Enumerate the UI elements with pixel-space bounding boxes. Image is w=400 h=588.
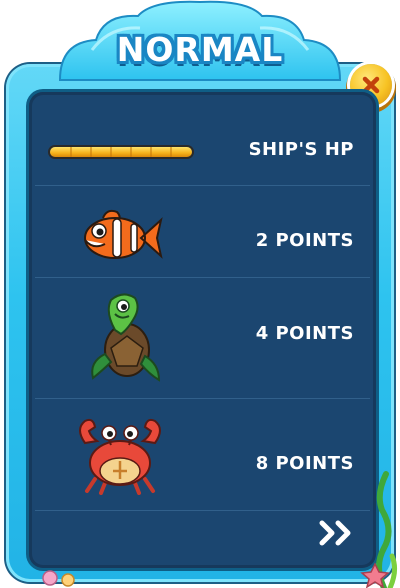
- divider: [35, 510, 370, 511]
- starfish-icon: [360, 562, 390, 588]
- row-label: SHIP'S HP: [248, 139, 354, 160]
- crab-icon: [79, 418, 161, 495]
- double-chevron-right-icon: [319, 520, 351, 546]
- hp-bar: [50, 147, 192, 157]
- row-crab: 8 POINTS: [35, 399, 370, 509]
- row-turtle: 4 POINTS: [35, 278, 370, 396]
- row-clownfish: 2 POINTS: [35, 186, 370, 276]
- dialog-title: NORMAL: [116, 30, 284, 69]
- shell-icon: [42, 570, 75, 587]
- clownfish-icon: [84, 209, 163, 259]
- turtle-icon: [91, 293, 161, 382]
- row-ship-hp: SHIP'S HP: [35, 128, 370, 184]
- row-label: 4 POINTS: [255, 323, 354, 344]
- row-label: 2 POINTS: [255, 230, 354, 251]
- row-label: 8 POINTS: [255, 453, 354, 474]
- next-button[interactable]: [316, 518, 356, 548]
